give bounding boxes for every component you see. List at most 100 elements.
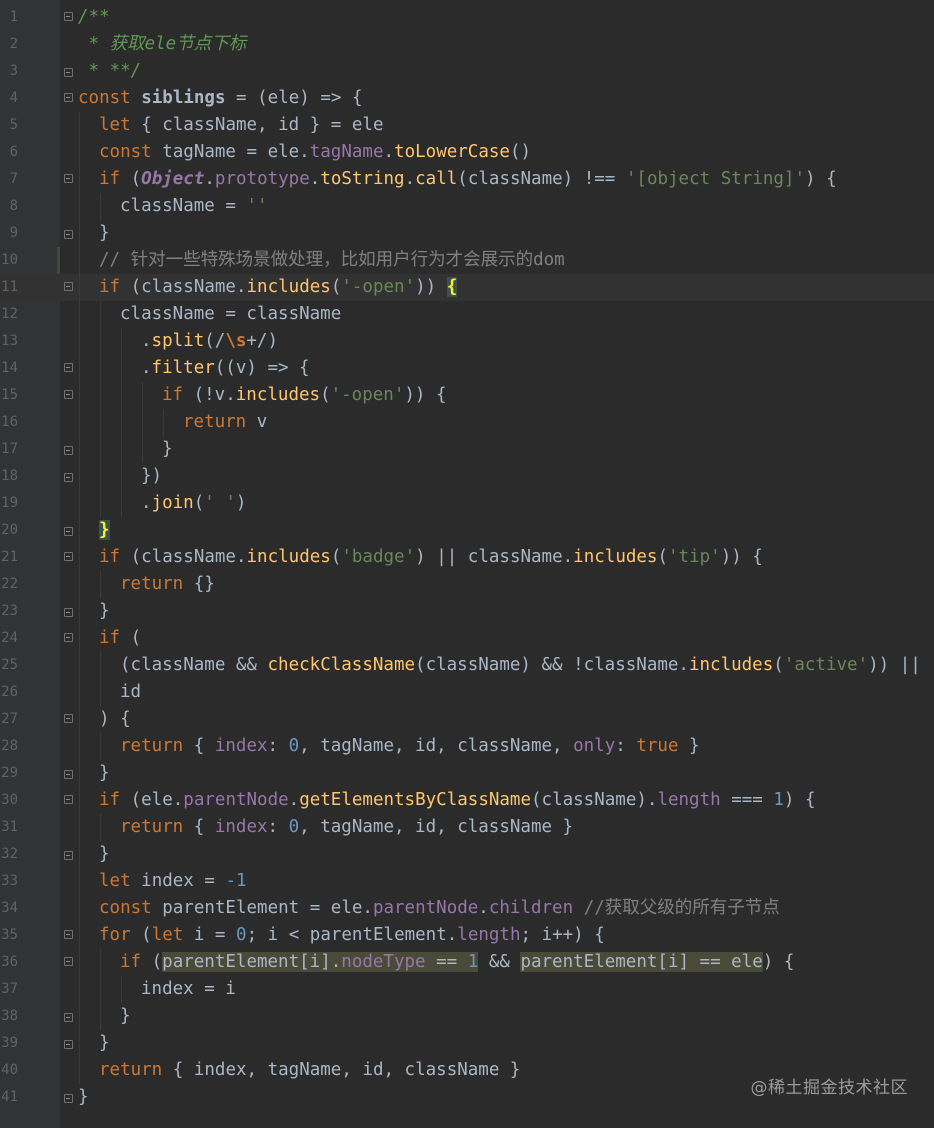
line-number[interactable]: 30 [0,787,18,814]
code-text[interactable]: className = '' [120,193,268,220]
code-line[interactable]: 34 const parentElement = ele.parentNode.c… [0,895,934,922]
code-line[interactable]: 1 /** [0,4,934,31]
code-text[interactable]: return {} [120,571,215,598]
code-line[interactable]: 3 * **/ [0,58,934,85]
code-line[interactable]: 19 .join(' ') [0,490,934,517]
code-text[interactable]: } [78,1084,89,1111]
code-line[interactable]: 20} [0,517,934,544]
code-line[interactable]: 12 className = className [0,301,934,328]
code-text[interactable]: } [99,517,110,544]
fold-end-icon[interactable] [64,606,73,617]
code-lines[interactable]: 1/** 2 * 获取ele节点下标 3 * **/4 const siblings … [0,4,934,1111]
line-number[interactable]: 7 [0,166,18,193]
code-line[interactable]: 37 index = i [0,976,934,1003]
line-number[interactable]: 27 [0,706,18,733]
code-text[interactable]: // 针对一些特殊场景做处理，比如用户行为才会展示的dom [99,247,565,274]
line-number[interactable]: 14 [0,355,18,382]
code-line[interactable]: 32} [0,841,934,868]
code-line[interactable]: 11 if (className.includes('-open')) { [0,274,934,301]
line-number[interactable]: 28 [0,733,18,760]
fold-expand-icon[interactable] [64,957,73,968]
fold-expand-icon[interactable] [64,930,73,941]
code-line[interactable]: 23} [0,598,934,625]
code-line[interactable]: 28 return { index: 0, tagName, id, classN… [0,733,934,760]
code-text[interactable]: const tagName = ele.tagName.toLowerCase(… [99,139,531,166]
code-line[interactable]: 25 (className && checkClassName(className… [0,652,934,679]
fold-expand-icon[interactable] [64,174,73,185]
code-text[interactable]: .filter((v) => { [141,355,310,382]
code-text[interactable]: } [99,220,110,247]
line-number[interactable]: 1 [0,4,18,31]
line-number[interactable]: 23 [0,598,18,625]
code-text[interactable]: if (Object.prototype.toString.call(class… [99,166,837,193]
line-number[interactable]: 11 [0,274,18,301]
code-line[interactable]: 33 let index = -1 [0,868,934,895]
fold-end-icon[interactable] [64,1092,73,1103]
line-number[interactable]: 36 [0,949,18,976]
code-editor[interactable]: 1/** 2 * 获取ele节点下标 3 * **/4 const siblings … [0,0,934,1128]
line-number[interactable]: 10 [0,247,18,274]
fold-end-icon[interactable] [64,471,73,482]
line-number[interactable]: 18 [0,463,18,490]
code-text[interactable]: if (className.includes('-open')) { [99,274,458,301]
code-text[interactable]: let { className, id } = ele [99,112,383,139]
line-number[interactable]: 13 [0,328,18,355]
line-number[interactable]: 40 [0,1057,18,1084]
line-number[interactable]: 22 [0,571,18,598]
line-number[interactable]: 15 [0,382,18,409]
code-text[interactable]: } [162,436,173,463]
line-number[interactable]: 12 [0,301,18,328]
code-text[interactable]: id [120,679,141,706]
code-text[interactable]: } [120,1003,131,1030]
code-line[interactable]: 10 // 针对一些特殊场景做处理，比如用户行为才会展示的dom [0,247,934,274]
code-text[interactable]: return { index: 0, tagName, id, classNam… [120,733,700,760]
code-line[interactable]: 18}) [0,463,934,490]
code-line[interactable]: 31 return { index: 0, tagName, id, classN… [0,814,934,841]
line-number[interactable]: 38 [0,1003,18,1030]
line-number[interactable]: 9 [0,220,18,247]
line-number[interactable]: 24 [0,625,18,652]
code-line[interactable]: 5 let { className, id } = ele [0,112,934,139]
code-text[interactable]: const siblings = (ele) => { [78,85,362,112]
line-number[interactable]: 26 [0,679,18,706]
line-number[interactable]: 2 [0,31,18,58]
code-line[interactable]: 6 const tagName = ele.tagName.toLowerCase… [0,139,934,166]
line-number[interactable]: 5 [0,112,18,139]
line-number[interactable]: 19 [0,490,18,517]
line-number[interactable]: 4 [0,85,18,112]
code-text[interactable]: const parentElement = ele.parentNode.chi… [99,895,780,922]
code-text[interactable]: if (className.includes('badge') || class… [99,544,763,571]
fold-expand-icon[interactable] [64,552,73,563]
code-line[interactable]: 26 id [0,679,934,706]
code-text[interactable]: } [99,1030,110,1057]
line-number[interactable]: 39 [0,1030,18,1057]
fold-expand-icon[interactable] [64,390,73,401]
line-number[interactable]: 21 [0,544,18,571]
code-line[interactable]: 39} [0,1030,934,1057]
code-text[interactable]: return v [183,409,267,436]
fold-end-icon[interactable] [64,66,73,77]
fold-end-icon[interactable] [64,444,73,455]
fold-expand-icon[interactable] [64,795,73,806]
line-number[interactable]: 6 [0,139,18,166]
code-line[interactable]: 35 for (let i = 0; i < parentElement.leng… [0,922,934,949]
code-text[interactable]: index = i [141,976,236,1003]
code-text[interactable]: if (ele.parentNode.getElementsByClassNam… [99,787,816,814]
fold-end-icon[interactable] [64,768,73,779]
code-line[interactable]: 15 if (!v.includes('-open')) { [0,382,934,409]
code-line[interactable]: 14 .filter((v) => { [0,355,934,382]
line-number[interactable]: 37 [0,976,18,1003]
line-number[interactable]: 3 [0,58,18,85]
code-line[interactable]: 7 if (Object.prototype.toString.call(clas… [0,166,934,193]
code-line[interactable]: 36 if (parentElement[i].nodeType == 1 && … [0,949,934,976]
code-text[interactable]: if ( [99,625,141,652]
code-line[interactable]: 9} [0,220,934,247]
code-text[interactable]: return { index, tagName, id, className } [99,1057,520,1084]
line-number[interactable]: 29 [0,760,18,787]
fold-expand-icon[interactable] [64,93,73,104]
code-text[interactable]: .join(' ') [141,490,246,517]
code-line[interactable]: 27) { [0,706,934,733]
line-number[interactable]: 31 [0,814,18,841]
line-number[interactable]: 41 [0,1084,18,1111]
line-number[interactable]: 33 [0,868,18,895]
